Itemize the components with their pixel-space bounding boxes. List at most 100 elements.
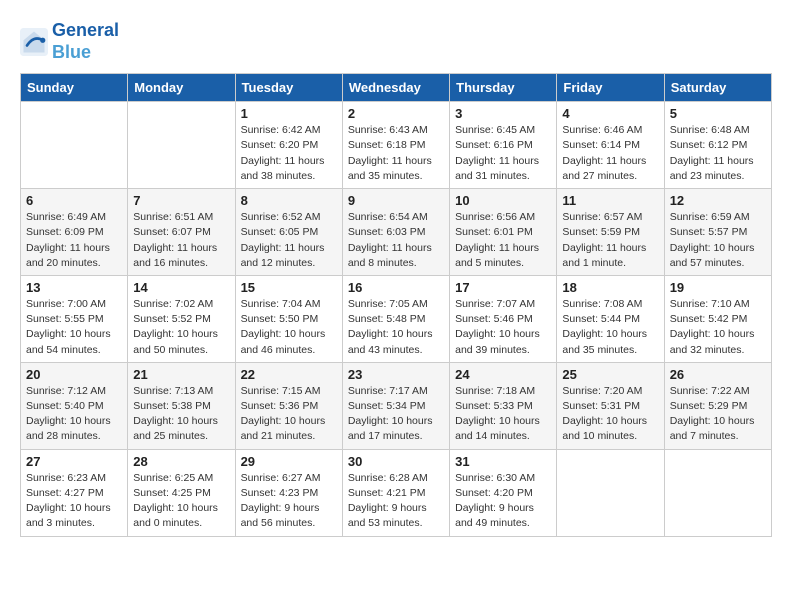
calendar-cell: 28 Sunrise: 6:25 AMSunset: 4:25 PMDayligh…: [128, 449, 235, 536]
day-info: Sunrise: 6:27 AMSunset: 4:23 PMDaylight:…: [241, 471, 337, 532]
day-number: 28: [133, 454, 229, 469]
calendar-cell: 13Sunrise: 7:00 AMSunset: 5:55 PMDayligh…: [21, 275, 128, 362]
calendar-cell: 25 Sunrise: 7:20 AMSunset: 5:31 PMDayligh…: [557, 362, 664, 449]
calendar-cell: 23 Sunrise: 7:17 AMSunset: 5:34 PMDayligh…: [342, 362, 449, 449]
calendar-week-row: 20 Sunrise: 7:12 AMSunset: 5:40 PMDayligh…: [21, 362, 772, 449]
calendar-cell: [21, 102, 128, 189]
day-info: Sunrise: 7:02 AMSunset: 5:52 PMDaylight:…: [133, 297, 229, 358]
day-number: 30: [348, 454, 444, 469]
day-number: 20: [26, 367, 122, 382]
day-info: Sunrise: 6:49 AMSunset: 6:09 PMDaylight:…: [26, 210, 122, 271]
day-info: Sunrise: 6:48 AMSunset: 6:12 PMDaylight:…: [670, 123, 766, 184]
calendar-cell: 20 Sunrise: 7:12 AMSunset: 5:40 PMDayligh…: [21, 362, 128, 449]
day-info: Sunrise: 7:18 AMSunset: 5:33 PMDaylight:…: [455, 384, 551, 445]
day-number: 19: [670, 280, 766, 295]
calendar-cell: 19 Sunrise: 7:10 AMSunset: 5:42 PMDayligh…: [664, 275, 771, 362]
day-number: 29: [241, 454, 337, 469]
day-number: 10: [455, 193, 551, 208]
calendar-cell: 12 Sunrise: 6:59 AMSunset: 5:57 PMDayligh…: [664, 189, 771, 276]
calendar-cell: 14 Sunrise: 7:02 AMSunset: 5:52 PMDayligh…: [128, 275, 235, 362]
calendar-week-row: 1 Sunrise: 6:42 AMSunset: 6:20 PMDaylight…: [21, 102, 772, 189]
calendar-cell: 7Sunrise: 6:51 AMSunset: 6:07 PMDaylight…: [128, 189, 235, 276]
day-info: Sunrise: 7:07 AMSunset: 5:46 PMDaylight:…: [455, 297, 551, 358]
day-number: 11: [562, 193, 658, 208]
calendar-cell: 11 Sunrise: 6:57 AMSunset: 5:59 PMDayligh…: [557, 189, 664, 276]
day-info: Sunrise: 6:59 AMSunset: 5:57 PMDaylight:…: [670, 210, 766, 271]
calendar-cell: 15 Sunrise: 7:04 AMSunset: 5:50 PMDayligh…: [235, 275, 342, 362]
day-info: Sunrise: 6:23 AMSunset: 4:27 PMDaylight:…: [26, 471, 122, 532]
day-number: 31: [455, 454, 551, 469]
calendar-cell: 4 Sunrise: 6:46 AMSunset: 6:14 PMDaylight…: [557, 102, 664, 189]
calendar-cell: 2 Sunrise: 6:43 AMSunset: 6:18 PMDaylight…: [342, 102, 449, 189]
day-number: 14: [133, 280, 229, 295]
calendar-cell: 31 Sunrise: 6:30 AMSunset: 4:20 PMDayligh…: [450, 449, 557, 536]
day-info: Sunrise: 7:05 AMSunset: 5:48 PMDaylight:…: [348, 297, 444, 358]
day-info: Sunrise: 7:13 AMSunset: 5:38 PMDaylight:…: [133, 384, 229, 445]
calendar-cell: [128, 102, 235, 189]
weekday-header-thursday: Thursday: [450, 74, 557, 102]
calendar-cell: 8 Sunrise: 6:52 AMSunset: 6:05 PMDaylight…: [235, 189, 342, 276]
weekday-header-friday: Friday: [557, 74, 664, 102]
day-number: 8: [241, 193, 337, 208]
day-number: 7: [133, 193, 229, 208]
day-info: Sunrise: 7:17 AMSunset: 5:34 PMDaylight:…: [348, 384, 444, 445]
weekday-header-sunday: Sunday: [21, 74, 128, 102]
calendar-week-row: 6 Sunrise: 6:49 AMSunset: 6:09 PMDaylight…: [21, 189, 772, 276]
day-info: Sunrise: 6:28 AMSunset: 4:21 PMDaylight:…: [348, 471, 444, 532]
day-info: Sunrise: 7:10 AMSunset: 5:42 PMDaylight:…: [670, 297, 766, 358]
day-info: Sunrise: 7:04 AMSunset: 5:50 PMDaylight:…: [241, 297, 337, 358]
day-info: Sunrise: 7:20 AMSunset: 5:31 PMDaylight:…: [562, 384, 658, 445]
day-number: 23: [348, 367, 444, 382]
day-number: 5: [670, 106, 766, 121]
day-number: 2: [348, 106, 444, 121]
day-number: 26: [670, 367, 766, 382]
logo-icon: [20, 28, 48, 56]
day-info: Sunrise: 6:45 AMSunset: 6:16 PMDaylight:…: [455, 123, 551, 184]
day-info: Sunrise: 6:54 AMSunset: 6:03 PMDaylight:…: [348, 210, 444, 271]
day-info: Sunrise: 6:52 AMSunset: 6:05 PMDaylight:…: [241, 210, 337, 271]
day-number: 25: [562, 367, 658, 382]
day-number: 24: [455, 367, 551, 382]
calendar-cell: 6 Sunrise: 6:49 AMSunset: 6:09 PMDaylight…: [21, 189, 128, 276]
weekday-header-tuesday: Tuesday: [235, 74, 342, 102]
weekday-header-monday: Monday: [128, 74, 235, 102]
calendar-cell: 18Sunrise: 7:08 AMSunset: 5:44 PMDayligh…: [557, 275, 664, 362]
calendar-cell: 27Sunrise: 6:23 AMSunset: 4:27 PMDayligh…: [21, 449, 128, 536]
calendar-header-row: SundayMondayTuesdayWednesdayThursdayFrid…: [21, 74, 772, 102]
calendar-cell: 5 Sunrise: 6:48 AMSunset: 6:12 PMDaylight…: [664, 102, 771, 189]
day-info: Sunrise: 7:22 AMSunset: 5:29 PMDaylight:…: [670, 384, 766, 445]
calendar-cell: 29 Sunrise: 6:27 AMSunset: 4:23 PMDayligh…: [235, 449, 342, 536]
logo: General Blue: [20, 20, 119, 63]
day-info: Sunrise: 7:00 AMSunset: 5:55 PMDaylight:…: [26, 297, 122, 358]
day-number: 17: [455, 280, 551, 295]
day-info: Sunrise: 6:57 AMSunset: 5:59 PMDaylight:…: [562, 210, 658, 271]
calendar-cell: 3Sunrise: 6:45 AMSunset: 6:16 PMDaylight…: [450, 102, 557, 189]
day-number: 1: [241, 106, 337, 121]
day-number: 12: [670, 193, 766, 208]
day-number: 18: [562, 280, 658, 295]
page-header: General Blue: [20, 20, 772, 63]
day-info: Sunrise: 7:12 AMSunset: 5:40 PMDaylight:…: [26, 384, 122, 445]
calendar-cell: 22 Sunrise: 7:15 AMSunset: 5:36 PMDayligh…: [235, 362, 342, 449]
calendar-table: SundayMondayTuesdayWednesdayThursdayFrid…: [20, 73, 772, 536]
calendar-cell: 17 Sunrise: 7:07 AMSunset: 5:46 PMDayligh…: [450, 275, 557, 362]
calendar-week-row: 13Sunrise: 7:00 AMSunset: 5:55 PMDayligh…: [21, 275, 772, 362]
day-info: Sunrise: 6:46 AMSunset: 6:14 PMDaylight:…: [562, 123, 658, 184]
day-number: 6: [26, 193, 122, 208]
day-info: Sunrise: 6:25 AMSunset: 4:25 PMDaylight:…: [133, 471, 229, 532]
day-info: Sunrise: 6:56 AMSunset: 6:01 PMDaylight:…: [455, 210, 551, 271]
calendar-cell: 24 Sunrise: 7:18 AMSunset: 5:33 PMDayligh…: [450, 362, 557, 449]
day-info: Sunrise: 7:15 AMSunset: 5:36 PMDaylight:…: [241, 384, 337, 445]
day-number: 15: [241, 280, 337, 295]
day-info: Sunrise: 6:43 AMSunset: 6:18 PMDaylight:…: [348, 123, 444, 184]
day-number: 4: [562, 106, 658, 121]
calendar-cell: 1 Sunrise: 6:42 AMSunset: 6:20 PMDaylight…: [235, 102, 342, 189]
day-number: 22: [241, 367, 337, 382]
weekday-header-wednesday: Wednesday: [342, 74, 449, 102]
day-info: Sunrise: 6:30 AMSunset: 4:20 PMDaylight:…: [455, 471, 551, 532]
weekday-header-saturday: Saturday: [664, 74, 771, 102]
day-info: Sunrise: 6:42 AMSunset: 6:20 PMDaylight:…: [241, 123, 337, 184]
calendar-cell: [664, 449, 771, 536]
calendar-cell: 16Sunrise: 7:05 AMSunset: 5:48 PMDayligh…: [342, 275, 449, 362]
calendar-cell: 21Sunrise: 7:13 AMSunset: 5:38 PMDayligh…: [128, 362, 235, 449]
